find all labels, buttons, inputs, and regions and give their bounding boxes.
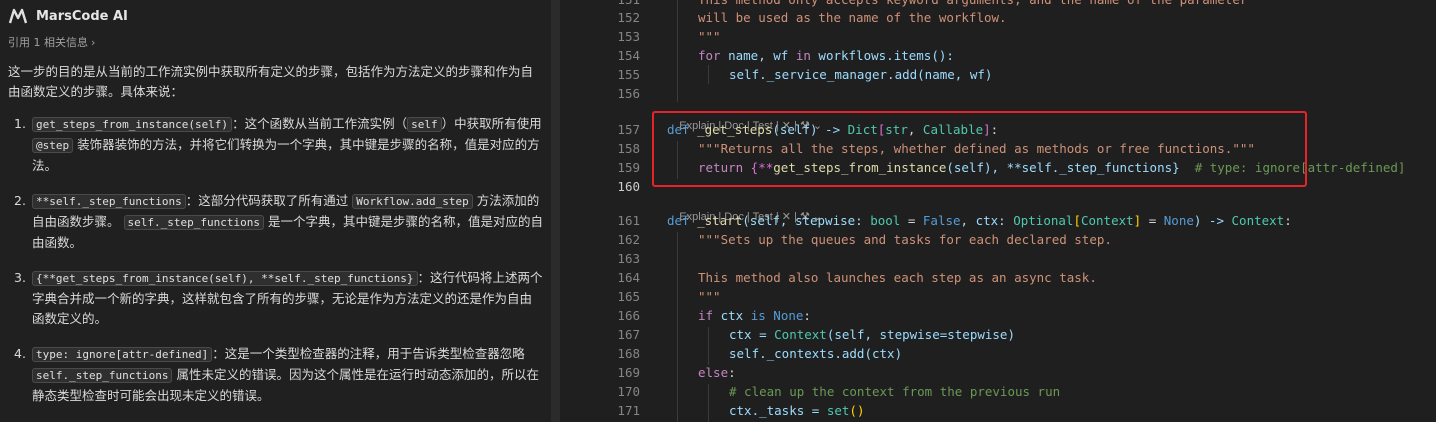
codelens-actions[interactable]: Explain | Doc | Test | ✕ | ⚒ ⌄: [667, 193, 822, 223]
app-title: MarsCode AI: [36, 8, 128, 24]
code-line[interactable]: 155 self._service_manager.add(name, wf): [560, 65, 1436, 84]
code-line[interactable]: 154 for name, wf in workflows.items():: [560, 46, 1436, 65]
inline-code: get_steps_from_instance(self): [32, 117, 233, 132]
inline-code: **self._step_functions: [32, 194, 186, 209]
code-line[interactable]: 159 return {**get_steps_from_instance(sel…: [560, 158, 1436, 177]
chat-panel: MarsCode AI 引用 1 相关信息 › 这一步的目的是从当前的工作流实例中…: [0, 0, 551, 422]
code-line[interactable]: 163: [560, 249, 1436, 268]
panel-divider[interactable]: [551, 0, 560, 422]
code-line[interactable]: 152 will be used as the name of the workf…: [560, 8, 1436, 27]
list-item: 4. type: ignore[attr-defined] ：这是一个类型检查器的…: [14, 346, 539, 403]
code-line[interactable]: 169 else:: [560, 363, 1436, 382]
chevron-right-icon: ›: [91, 36, 96, 49]
code-line[interactable]: 167 ctx = Context(self, stepwise=stepwise…: [560, 325, 1436, 344]
code-line[interactable]: 171 ctx._tasks = set(): [560, 401, 1436, 420]
marscode-logo-icon: [8, 8, 28, 24]
inline-code: Workflow.add_step: [352, 194, 473, 209]
list-item: 3. {**get_steps_from_instance(self), **s…: [14, 270, 543, 326]
code-line[interactable]: 156: [560, 84, 1436, 103]
code-line[interactable]: 166 if ctx is None:: [560, 306, 1436, 325]
code-line[interactable]: 153 """: [560, 27, 1436, 46]
references-label: 引用 1 相关信息: [8, 36, 88, 49]
inline-code: type: ignore[attr-defined]: [32, 347, 213, 362]
code-line[interactable]: 165 """: [560, 287, 1436, 306]
code-line[interactable]: 164 This method also launches each step a…: [560, 268, 1436, 287]
code-editor[interactable]: 151This method only accepts keyword argu…: [560, 0, 1436, 422]
code-line[interactable]: 158 """Returns all the steps, whether def…: [560, 139, 1436, 158]
inline-code: self: [407, 117, 442, 132]
list-item: 2. **self._step_functions ：这部分代码获取了所有通过 W…: [14, 193, 543, 250]
code-line[interactable]: 161 def _start(self, stepwise: bool = Fal…: [560, 211, 1436, 230]
inline-code: {**get_steps_from_instance(self), **self…: [32, 271, 418, 286]
answer-list: 1. get_steps_from_instance(self) ：这个函数从当前…: [8, 114, 543, 421]
list-item: 1. get_steps_from_instance(self) ：这个函数从当前…: [14, 116, 542, 173]
code-line[interactable]: 157 def _get_steps(self) -> Dict[str, Cal…: [560, 120, 1436, 139]
answer-intro: 这一步的目的是从当前的工作流实例中获取所有定义的步骤，包括作为方法定义的步骤和作…: [8, 64, 534, 99]
inline-code: @step: [32, 138, 74, 153]
inline-code: self._step_functions: [123, 215, 264, 230]
codelens-actions[interactable]: Explain | Doc | Test | ✕ | ⚒ ⌄: [667, 102, 822, 132]
code-line[interactable]: 170 # clean up the context from the previ…: [560, 382, 1436, 401]
chat-header: MarsCode AI: [8, 6, 128, 26]
code-line[interactable]: 168 self._contexts.add(ctx): [560, 344, 1436, 363]
inline-code: self._step_functions: [32, 368, 173, 383]
references-link[interactable]: 引用 1 相关信息 ›: [8, 34, 95, 50]
code-line[interactable]: 162 """Sets up the queues and tasks for e…: [560, 230, 1436, 249]
